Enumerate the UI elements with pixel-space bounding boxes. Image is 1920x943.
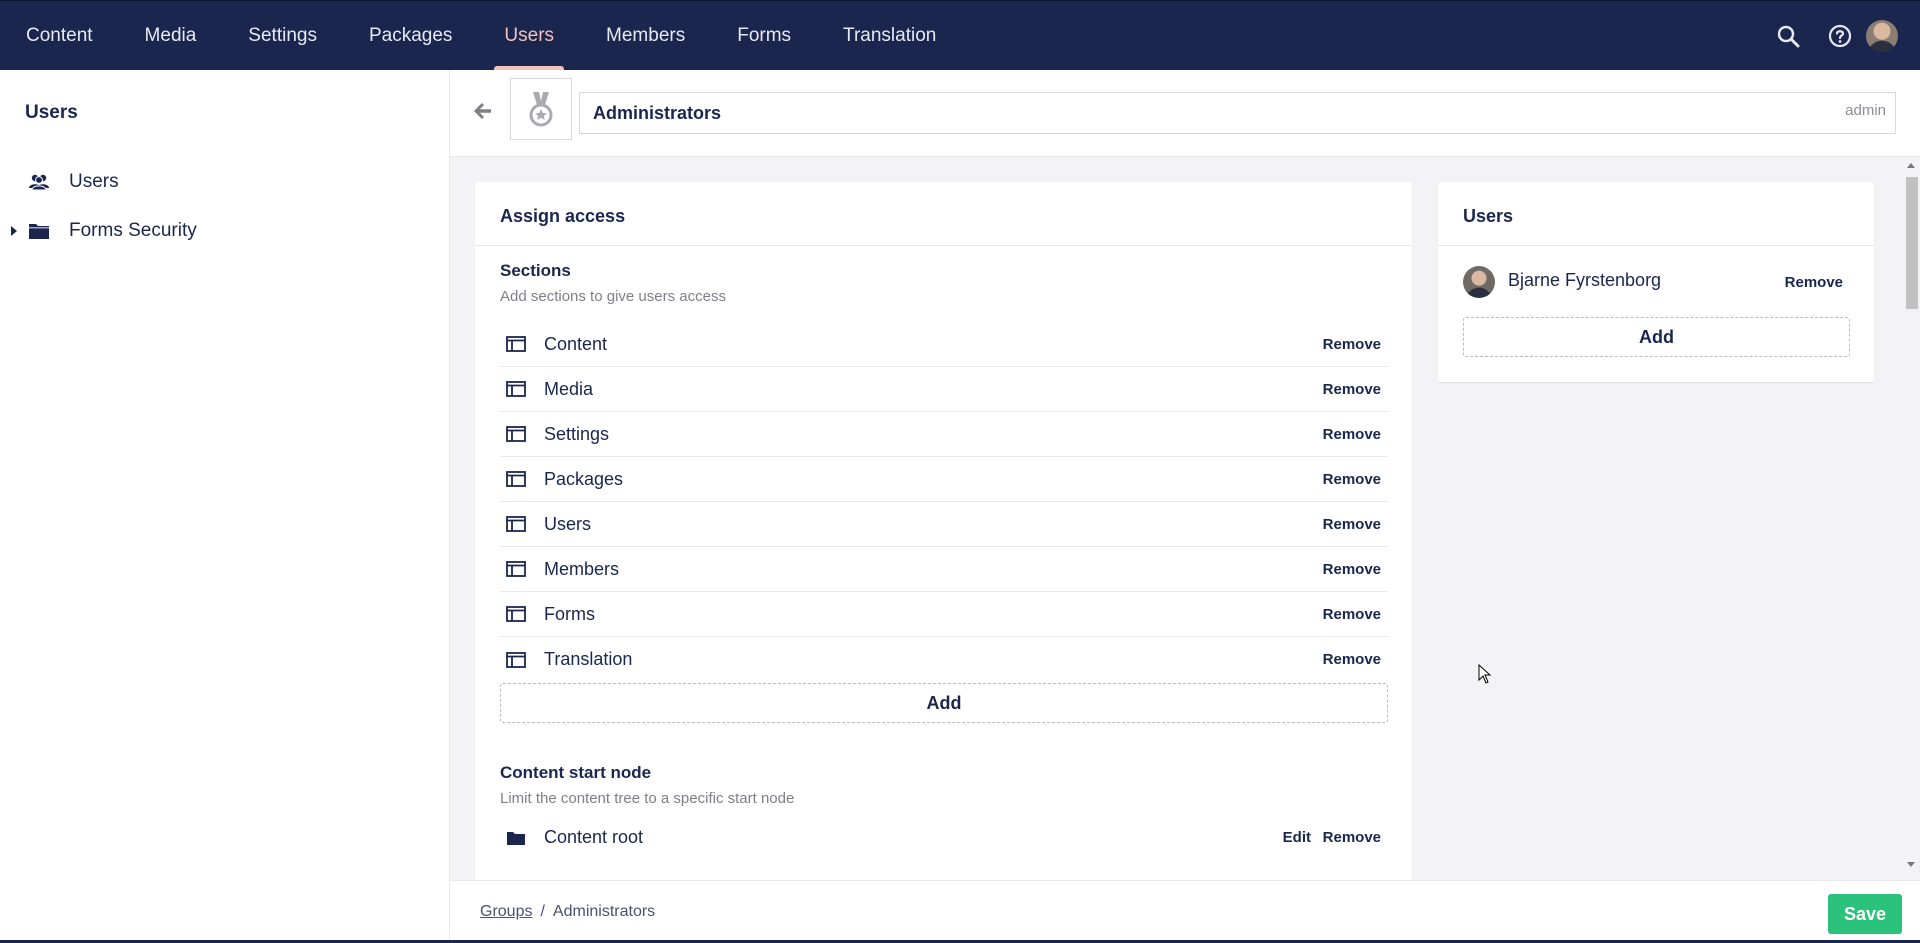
- nav-media[interactable]: Media: [119, 1, 223, 71]
- section-label: Translation: [544, 649, 633, 669]
- help-icon: [1828, 24, 1852, 48]
- assign-access-panel: Assign access Sections Add sections to g…: [475, 182, 1412, 943]
- nav-packages[interactable]: Packages: [343, 1, 478, 71]
- sidebar-item-label: Users: [69, 171, 119, 192]
- start-node-description: Limit the content tree to a specific sta…: [500, 790, 795, 807]
- group-icon-picker[interactable]: [510, 78, 572, 140]
- sections-heading: Sections: [500, 261, 571, 280]
- search-icon: [1777, 25, 1800, 48]
- nav-translation[interactable]: Translation: [817, 1, 962, 71]
- sections-description: Add sections to give users access: [500, 288, 726, 305]
- section-icon: [506, 471, 526, 487]
- section-label: Users: [544, 513, 592, 534]
- scroll-down-icon[interactable]: [1907, 862, 1915, 867]
- section-icon: [506, 606, 526, 622]
- start-node-row: Content root Edit Remove: [500, 815, 1388, 860]
- section-icon: [506, 336, 526, 352]
- folder-icon: [507, 831, 525, 845]
- section-row: Members Remove: [500, 547, 1388, 592]
- nav-content[interactable]: Content: [0, 1, 119, 71]
- remove-section-button[interactable]: Remove: [1323, 426, 1381, 443]
- add-user-button[interactable]: Add: [1463, 317, 1850, 357]
- sidebar-title: Users: [25, 102, 78, 123]
- remove-user-button[interactable]: Remove: [1785, 274, 1843, 291]
- section-label: Packages: [544, 468, 624, 489]
- section-row: Settings Remove: [500, 412, 1388, 457]
- mouse-cursor-icon: [1478, 664, 1492, 684]
- section-row: Packages Remove: [500, 457, 1388, 502]
- user-avatar[interactable]: [1866, 20, 1898, 52]
- breadcrumb-groups-link[interactable]: Groups: [480, 903, 532, 921]
- remove-section-button[interactable]: Remove: [1323, 561, 1381, 578]
- top-navigation: Content Media Settings Packages Users Me…: [0, 0, 1920, 71]
- nav-settings[interactable]: Settings: [222, 1, 343, 71]
- scroll-thumb[interactable]: [1906, 177, 1918, 309]
- divider: [1438, 245, 1874, 246]
- scroll-up-icon[interactable]: [1907, 163, 1915, 168]
- section-row: Content Remove: [500, 322, 1388, 367]
- remove-section-button[interactable]: Remove: [1323, 381, 1381, 398]
- section-icon: [506, 561, 526, 577]
- folder-icon: [29, 224, 49, 239]
- editor-header: admin: [450, 70, 1920, 157]
- user-name[interactable]: Bjarne Fyrstenborg: [1508, 270, 1661, 291]
- start-node-heading: Content start node: [500, 763, 652, 782]
- remove-section-button[interactable]: Remove: [1323, 606, 1381, 623]
- panel-title: Assign access: [500, 206, 626, 226]
- section-label: Content: [544, 333, 608, 354]
- section-label: Forms: [544, 603, 595, 624]
- breadcrumb-separator: /: [540, 903, 545, 920]
- divider: [475, 245, 1412, 246]
- remove-section-button[interactable]: Remove: [1323, 336, 1381, 353]
- section-icon: [506, 426, 526, 442]
- edit-start-node-button[interactable]: Edit: [1283, 829, 1311, 846]
- search-button[interactable]: [1762, 1, 1814, 71]
- sidebar: Users Users Forms Security: [0, 70, 450, 943]
- section-row: Users Remove: [500, 502, 1388, 547]
- remove-section-button[interactable]: Remove: [1323, 471, 1381, 488]
- main-area: admin Assign access Sections Add section…: [450, 70, 1920, 943]
- users-panel: Users Bjarne Fyrstenborg Remove Add: [1438, 182, 1874, 382]
- remove-start-node-button[interactable]: Remove: [1323, 829, 1381, 846]
- sidebar-item-users[interactable]: Users: [0, 162, 449, 202]
- users-icon: [29, 174, 49, 191]
- section-icon: [506, 381, 526, 397]
- editor-footer: Groups / Administrators Save: [450, 880, 1920, 943]
- back-arrow-icon[interactable]: [472, 100, 494, 122]
- save-button[interactable]: Save: [1828, 894, 1902, 934]
- nav-members[interactable]: Members: [580, 1, 711, 71]
- section-row: Forms Remove: [500, 592, 1388, 637]
- add-section-button[interactable]: Add: [500, 683, 1388, 723]
- section-label: Settings: [544, 423, 610, 444]
- breadcrumb-current: Administrators: [552, 903, 656, 920]
- group-alias[interactable]: admin: [1845, 102, 1886, 119]
- remove-section-button[interactable]: Remove: [1323, 651, 1381, 668]
- section-icon: [506, 651, 526, 668]
- nav-forms[interactable]: Forms: [711, 1, 817, 71]
- start-node-label: Content root: [544, 827, 644, 847]
- medal-icon: [529, 92, 553, 127]
- sidebar-item-label: Forms Security: [69, 220, 197, 241]
- scrollbar[interactable]: [1902, 157, 1920, 873]
- section-row: Translation Remove: [500, 637, 1388, 682]
- section-label: Members: [544, 558, 620, 579]
- panel-title: Users: [1463, 206, 1514, 226]
- section-icon: [506, 516, 526, 532]
- top-tools: [1762, 1, 1920, 71]
- section-label: Media: [544, 378, 594, 399]
- nav-users[interactable]: Users: [478, 1, 580, 71]
- section-row: Media Remove: [500, 367, 1388, 412]
- help-button[interactable]: [1814, 1, 1866, 71]
- group-name-input[interactable]: [579, 92, 1896, 134]
- user-avatar: [1463, 266, 1495, 298]
- sidebar-item-forms-security[interactable]: Forms Security: [0, 211, 449, 251]
- breadcrumb: Groups / Administrators: [480, 903, 655, 921]
- section-nav: Content Media Settings Packages Users Me…: [0, 1, 962, 71]
- expand-caret-icon[interactable]: [11, 226, 17, 236]
- remove-section-button[interactable]: Remove: [1323, 516, 1381, 533]
